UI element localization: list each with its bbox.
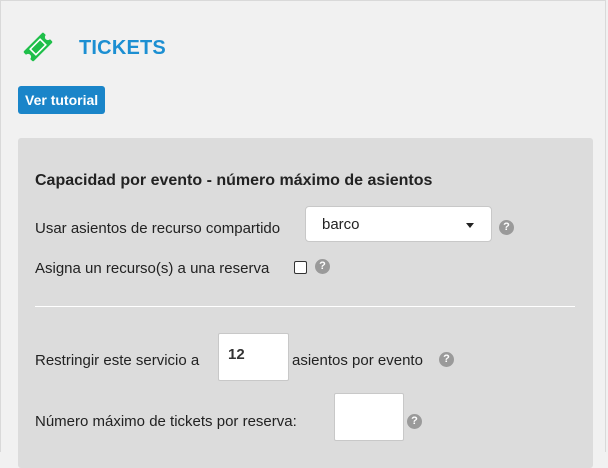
section-title: Capacidad por evento - número máximo de … xyxy=(35,172,433,189)
shared-resource-select[interactable]: barco xyxy=(305,206,492,242)
header xyxy=(21,30,55,64)
tutorial-button[interactable]: Ver tutorial xyxy=(18,86,106,114)
help-icon[interactable]: ? xyxy=(315,259,330,274)
help-icon[interactable]: ? xyxy=(439,352,454,367)
seats-per-event-value: 12 xyxy=(228,346,245,363)
assign-resource-label: Asigna un recurso(s) a una reserva xyxy=(35,260,270,277)
shared-resource-label: Usar asientos de recurso compartido xyxy=(35,220,281,237)
divider xyxy=(35,306,575,307)
page-title: TICKETS xyxy=(79,37,166,59)
ticket-icon xyxy=(23,32,53,62)
assign-resource-checkbox[interactable] xyxy=(294,261,307,274)
help-icon[interactable]: ? xyxy=(499,220,514,235)
seats-per-event-input[interactable]: 12 xyxy=(218,333,289,381)
chevron-down-icon xyxy=(466,223,474,228)
max-tickets-label: Número máximo de tickets por reserva: xyxy=(35,413,297,430)
restrict-label: Restringir este servicio a xyxy=(35,352,200,369)
page-frame: TICKETS Ver tutorial Capacidad por event… xyxy=(0,0,606,468)
help-icon[interactable]: ? xyxy=(407,414,422,429)
max-tickets-input[interactable] xyxy=(334,393,404,441)
capacity-panel: Capacidad por evento - número máximo de … xyxy=(18,138,593,468)
seats-suffix-label: asientos por evento xyxy=(292,352,423,369)
shared-resource-value: barco xyxy=(322,216,360,233)
